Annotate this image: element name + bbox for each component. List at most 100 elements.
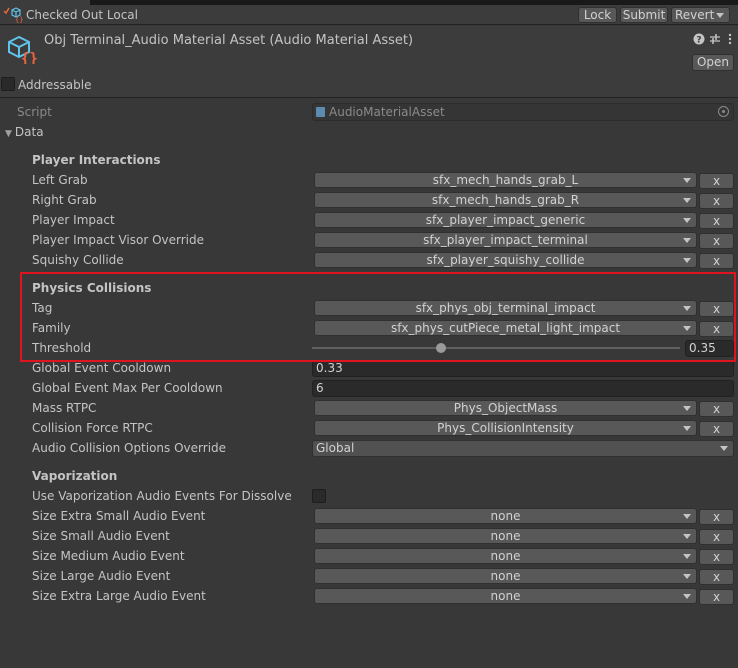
chevron-down-icon: [683, 406, 691, 411]
chevron-down-icon: [683, 218, 691, 223]
threshold-slider-thumb[interactable]: [435, 343, 446, 353]
player-impact-visor-override-clear-button[interactable]: x: [699, 233, 734, 249]
global-event-max-label: Global Event Max Per Cooldown: [32, 381, 223, 395]
player-impact-label: Player Impact: [32, 213, 115, 227]
collision-force-rtpc-label: Collision Force RTPC: [32, 421, 153, 435]
chevron-down-icon: [683, 198, 691, 203]
tag-dropdown[interactable]: sfx_phys_obj_terminal_impact: [314, 300, 697, 316]
size-extra-small-clear-button[interactable]: x: [699, 509, 734, 525]
squishy-collide-clear-button[interactable]: x: [699, 253, 734, 269]
mass-rtpc-label: Mass RTPC: [32, 401, 97, 415]
svg-text:{}: {}: [15, 16, 23, 23]
family-clear-button[interactable]: x: [699, 321, 734, 337]
data-foldout[interactable]: ▼ Data: [5, 125, 44, 139]
collision-options-override-dropdown[interactable]: Global: [312, 440, 734, 457]
object-picker-icon[interactable]: [718, 106, 729, 117]
dropdown-value: none: [490, 569, 521, 583]
right-grab-dropdown[interactable]: sfx_mech_hands_grab_R: [314, 192, 697, 208]
dropdown-value: none: [490, 509, 521, 523]
chevron-down-icon: [720, 446, 728, 451]
script-value: AudioMaterialAsset: [329, 105, 445, 119]
size-extra-large-dropdown[interactable]: none: [314, 588, 697, 604]
dropdown-value: sfx_player_impact_generic: [425, 213, 586, 227]
dropdown-value: sfx_player_impact_terminal: [423, 233, 588, 247]
size-extra-large-clear-button[interactable]: x: [699, 589, 734, 605]
mass-rtpc-clear-button[interactable]: x: [699, 401, 734, 417]
dropdown-value: sfx_phys_obj_terminal_impact: [415, 301, 596, 315]
player-impact-visor-override-label: Player Impact Visor Override: [32, 233, 205, 247]
addressable-label: Addressable: [18, 78, 92, 92]
submit-button[interactable]: Submit: [620, 7, 668, 23]
left-grab-clear-button[interactable]: x: [699, 173, 734, 189]
dropdown-value: Phys_ObjectMass: [453, 401, 558, 415]
collision-force-rtpc-dropdown[interactable]: Phys_CollisionIntensity: [314, 420, 697, 436]
collision-options-override-label: Audio Collision Options Override: [32, 441, 227, 455]
squishy-collide-label: Squishy Collide: [32, 253, 124, 267]
squishy-collide-dropdown[interactable]: sfx_player_squishy_collide: [314, 252, 697, 268]
version-control-bar: {} Checked Out Local Lock Submit Revert: [0, 5, 738, 25]
threshold-label: Threshold: [32, 341, 92, 355]
threshold-value-field[interactable]: 0.35: [685, 340, 734, 357]
chevron-down-icon: [683, 594, 691, 599]
vcs-status: Checked Out Local: [26, 8, 138, 22]
player-impact-visor-override-dropdown[interactable]: sfx_player_impact_terminal: [314, 232, 697, 248]
right-grab-label: Right Grab: [32, 193, 97, 207]
size-medium-dropdown[interactable]: none: [314, 548, 697, 564]
size-small-dropdown[interactable]: none: [314, 528, 697, 544]
checked-out-asset-icon: {}: [3, 7, 23, 23]
collision-force-rtpc-clear-button[interactable]: x: [699, 421, 734, 437]
dropdown-value: Global: [316, 441, 355, 455]
asset-title: Obj Terminal_Audio Material Asset (Audio…: [44, 33, 414, 48]
tag-label: Tag: [32, 301, 53, 315]
size-small-clear-button[interactable]: x: [699, 529, 734, 545]
script-label: Script: [17, 105, 52, 119]
lock-button[interactable]: Lock: [578, 7, 617, 23]
addressable-checkbox[interactable]: [1, 77, 15, 91]
family-dropdown[interactable]: sfx_phys_cutPiece_metal_light_impact: [314, 320, 697, 336]
use-vaporization-checkbox[interactable]: [312, 489, 326, 503]
cs-script-icon: [316, 107, 325, 117]
help-icon[interactable]: ?: [693, 33, 705, 46]
player-impact-clear-button[interactable]: x: [699, 213, 734, 229]
section-player-interactions: Player Interactions: [32, 153, 161, 167]
threshold-slider-track[interactable]: [312, 347, 680, 349]
size-extra-small-dropdown[interactable]: none: [314, 508, 697, 524]
foldout-arrow-icon: ▼: [5, 129, 12, 139]
chevron-down-icon: [683, 326, 691, 331]
chevron-down-icon: [683, 178, 691, 183]
global-event-cooldown-label: Global Event Cooldown: [32, 361, 172, 375]
chevron-down-icon: [683, 534, 691, 539]
section-physics-collisions: Physics Collisions: [32, 281, 152, 295]
chevron-down-icon: [683, 306, 691, 311]
use-vaporization-label: Use Vaporization Audio Events For Dissol…: [32, 489, 292, 503]
family-label: Family: [32, 321, 71, 335]
player-impact-dropdown[interactable]: sfx_player_impact_generic: [314, 212, 697, 228]
size-large-clear-button[interactable]: x: [699, 569, 734, 585]
size-large-label: Size Large Audio Event: [32, 569, 171, 583]
dropdown-value: sfx_player_squishy_collide: [426, 253, 585, 267]
dropdown-value: none: [490, 589, 521, 603]
size-medium-label: Size Medium Audio Event: [32, 549, 185, 563]
chevron-down-icon: [683, 514, 691, 519]
right-grab-clear-button[interactable]: x: [699, 193, 734, 209]
size-medium-clear-button[interactable]: x: [699, 549, 734, 565]
tag-clear-button[interactable]: x: [699, 301, 734, 317]
chevron-down-icon: [683, 574, 691, 579]
size-extra-large-label: Size Extra Large Audio Event: [32, 589, 206, 603]
preset-sliders-icon[interactable]: [709, 33, 721, 45]
script-field[interactable]: AudioMaterialAsset: [312, 103, 734, 121]
kebab-menu-icon[interactable]: [724, 33, 736, 45]
left-grab-dropdown[interactable]: sfx_mech_hands_grab_L: [314, 172, 697, 188]
scriptable-object-icon: {}: [8, 35, 38, 64]
size-small-label: Size Small Audio Event: [32, 529, 170, 543]
chevron-down-icon: [683, 238, 691, 243]
global-event-max-field[interactable]: 6: [312, 380, 734, 397]
size-large-dropdown[interactable]: none: [314, 568, 697, 584]
open-button[interactable]: Open: [692, 54, 734, 71]
mass-rtpc-dropdown[interactable]: Phys_ObjectMass: [314, 400, 697, 416]
dropdown-value: sfx_mech_hands_grab_L: [432, 173, 579, 187]
global-event-cooldown-field[interactable]: 0.33: [312, 360, 734, 377]
revert-button[interactable]: Revert: [671, 7, 730, 23]
dropdown-value: sfx_phys_cutPiece_metal_light_impact: [390, 321, 621, 335]
dropdown-value: none: [490, 529, 521, 543]
